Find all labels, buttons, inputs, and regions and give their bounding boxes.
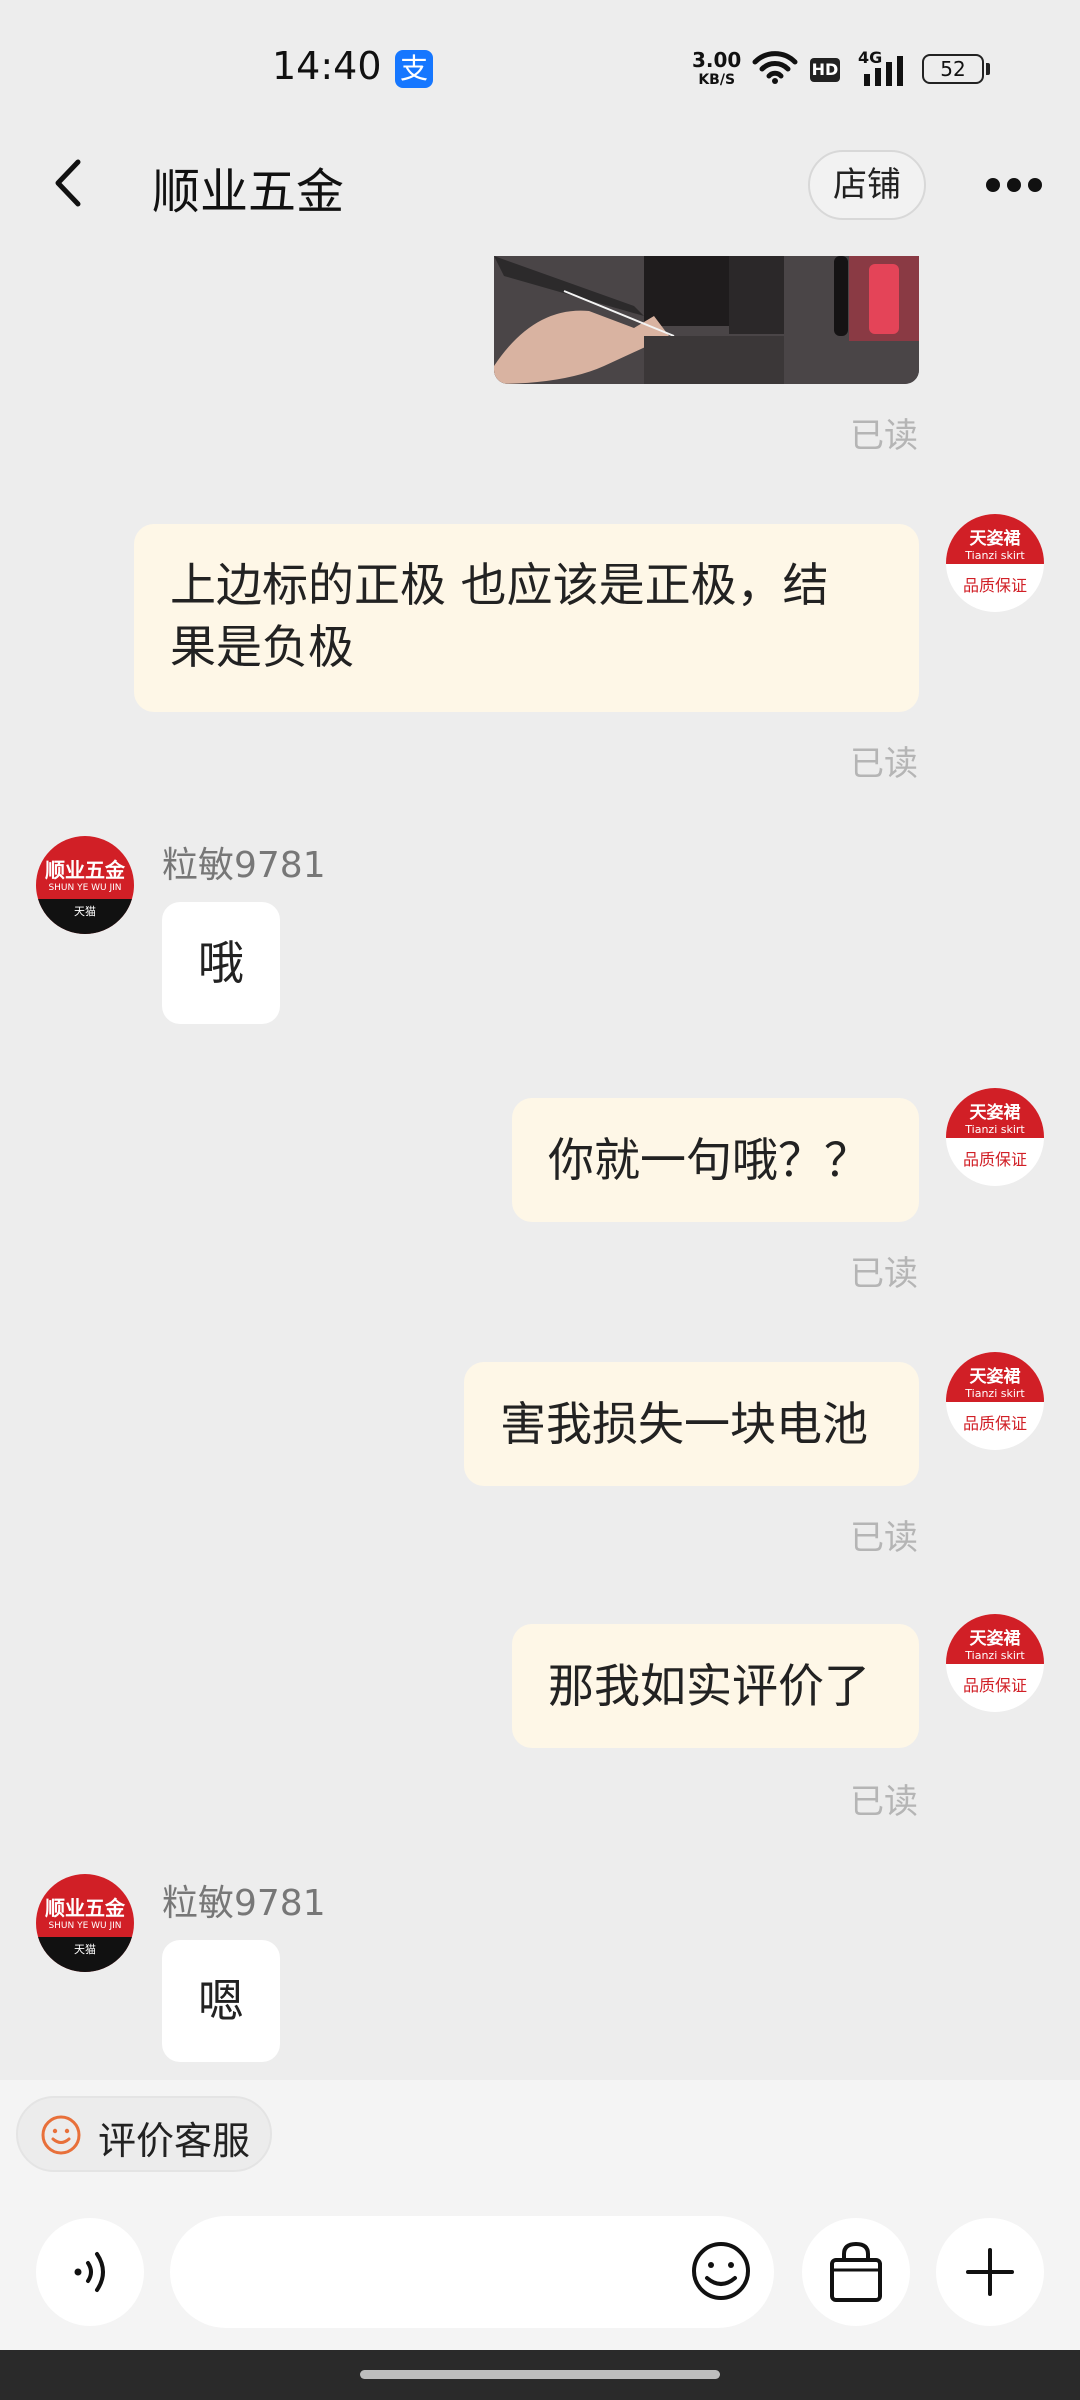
shopping-bag-icon [830, 2241, 882, 2302]
shop-button[interactable]: 店铺 [808, 150, 926, 220]
voice-input-button[interactable] [36, 2218, 144, 2326]
seller-avatar[interactable]: 顺业五金 SHUN YE WU JIN 天猫 [36, 836, 134, 934]
avatar-shop-name: 顺业五金 [45, 858, 125, 882]
other-message-bubble[interactable]: 嗯 [162, 1940, 280, 2062]
rate-service-label: 评价客服 [98, 2119, 251, 2163]
avatar-brand-en: Tianzi skirt [965, 1123, 1025, 1136]
avatar-tmall: 天猫 [74, 1943, 96, 1956]
hd-badge: HD [810, 58, 840, 82]
my-message-bubble[interactable]: 你就一句哦？？ [512, 1098, 919, 1222]
message-input[interactable] [170, 2216, 774, 2328]
my-message-bubble[interactable]: 害我损失一块电池 [464, 1362, 919, 1486]
cell-signal-icon [864, 56, 903, 86]
message-text-line: 上边标的正极 也应该是正极，结 [170, 558, 829, 612]
avatar-brand: 天姿裙 [969, 1367, 1021, 1387]
message-text-line: 果是负极 [170, 620, 354, 674]
avatar-tagline: 品质保证 [962, 576, 1027, 595]
avatar-brand: 天姿裙 [969, 529, 1021, 549]
read-status: 已读 [850, 416, 918, 456]
read-status: 已读 [850, 744, 918, 784]
wifi-icon [752, 51, 798, 84]
read-status: 已读 [850, 1254, 918, 1294]
avatar-tagline: 品质保证 [962, 1676, 1027, 1695]
sender-name: 粒敏9781 [162, 845, 326, 886]
avatar-shop-name-en: SHUN YE WU JIN [48, 1921, 122, 1931]
battery-indicator: 52 [922, 54, 984, 84]
avatar-tmall: 天猫 [74, 905, 96, 918]
image-message[interactable] [494, 256, 919, 384]
home-indicator[interactable] [360, 2370, 720, 2379]
network-speed-unit: KB/S [698, 72, 736, 88]
avatar-shop-name: 顺业五金 [45, 1896, 125, 1920]
sender-name: 粒敏9781 [162, 1883, 326, 1924]
alipay-notification-icon: 支 [395, 50, 433, 88]
network-speed-value: 3.00 [692, 48, 742, 72]
smiley-icon [41, 2115, 81, 2155]
avatar-shop-name-en: SHUN YE WU JIN [48, 883, 122, 893]
status-time: 14:40 [272, 44, 382, 88]
my-avatar[interactable]: 天姿裙 Tianzi skirt 品质保证 [946, 514, 1044, 612]
avatar-tagline: 品质保证 [962, 1150, 1027, 1169]
emoji-icon[interactable] [686, 2236, 756, 2306]
avatar-brand-en: Tianzi skirt [965, 1649, 1025, 1662]
more-actions-button[interactable] [936, 2218, 1044, 2326]
battery-tip [986, 63, 990, 75]
my-avatar[interactable]: 天姿裙 Tianzi skirt 品质保证 [946, 1088, 1044, 1186]
other-message-bubble[interactable]: 哦 [162, 902, 280, 1024]
network-speed: 3.00 KB/S [692, 50, 741, 90]
more-options-icon[interactable] [984, 170, 1044, 200]
voice-icon [74, 2252, 105, 2292]
my-message-bubble[interactable]: 那我如实评价了 [512, 1624, 919, 1748]
avatar-brand: 天姿裙 [969, 1103, 1021, 1123]
avatar-brand-en: Tianzi skirt [965, 1387, 1025, 1400]
avatar-tagline: 品质保证 [962, 1414, 1027, 1433]
my-avatar[interactable]: 天姿裙 Tianzi skirt 品质保证 [946, 1352, 1044, 1450]
read-status: 已读 [850, 1782, 918, 1822]
plus-icon [966, 2248, 1014, 2296]
product-button[interactable] [802, 2218, 910, 2326]
avatar-brand-en: Tianzi skirt [965, 549, 1025, 562]
page-title: 顺业五金 [152, 164, 345, 220]
read-status: 已读 [850, 1518, 918, 1558]
product-photo [494, 256, 919, 384]
my-avatar[interactable]: 天姿裙 Tianzi skirt 品质保证 [946, 1614, 1044, 1712]
avatar-brand: 天姿裙 [969, 1629, 1021, 1649]
seller-avatar[interactable]: 顺业五金 SHUN YE WU JIN 天猫 [36, 1874, 134, 1972]
my-message-bubble[interactable]: 上边标的正极 也应该是正极，结 果是负极 [134, 524, 919, 712]
back-arrow-icon[interactable] [50, 158, 90, 208]
